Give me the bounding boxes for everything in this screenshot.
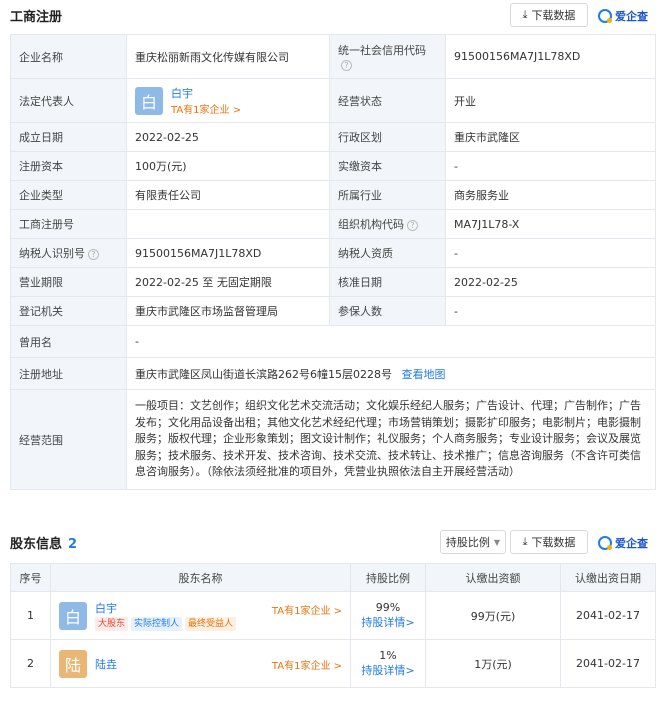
tag-major-shareholder: 大股东 bbox=[95, 617, 129, 631]
legal-rep-companies-link[interactable]: TA有1家企业 > bbox=[171, 105, 241, 116]
industry-value: 商务服务业 bbox=[445, 180, 656, 210]
help-icon[interactable]: ? bbox=[407, 219, 418, 231]
founded-label: 成立日期 bbox=[10, 122, 127, 152]
shareholder-name-link[interactable]: 陆垚 bbox=[95, 656, 117, 672]
org-code-value: MA7J1L78-X bbox=[445, 209, 656, 239]
help-icon[interactable]: ? bbox=[341, 59, 352, 71]
shareholder-companies-link[interactable]: TA有1家企业 > bbox=[272, 657, 342, 672]
capital-value: 100万(元) bbox=[126, 151, 330, 181]
paid-capital-value: - bbox=[445, 151, 656, 181]
amount-value: 1万(元) bbox=[425, 639, 561, 688]
scope-label: 经营范围 bbox=[10, 389, 127, 490]
amount-value: 99万(元) bbox=[425, 591, 561, 640]
credit-code-label-cell: 统一社会信用代码? bbox=[329, 34, 446, 79]
avatar[interactable]: 白 bbox=[59, 601, 87, 630]
shareholders-count: 2 bbox=[68, 536, 78, 552]
authority-label: 登记机关 bbox=[10, 296, 127, 326]
shareholders-header: 股东信息 2 持股比例 ▼ ⤓ 下载数据 爱企查 bbox=[0, 527, 665, 557]
date-value: 2041-02-17 bbox=[560, 591, 656, 640]
legal-rep-cell: 白 白宇 TA有1家企业 > bbox=[126, 78, 330, 123]
avatar[interactable]: 陆 bbox=[59, 649, 87, 678]
shareholder-cell: 陆 陆垚 TA有1家企业 > bbox=[50, 639, 351, 688]
legal-rep-label: 法定代表人 bbox=[10, 78, 127, 123]
view-map-link[interactable]: 查看地图 bbox=[401, 368, 445, 381]
org-code-label-cell: 组织机构代码? bbox=[329, 209, 446, 239]
header-amount: 认缴出资额 bbox=[425, 563, 561, 592]
shareholder-cell: 白 白宇 大股东 实际控制人 最终受益人 TA有1家企业 > bbox=[50, 591, 351, 640]
district-value: 重庆市武隆区 bbox=[445, 122, 656, 152]
holding-detail-link[interactable]: 持股详情> bbox=[361, 664, 414, 677]
address-cell: 重庆市武隆区凤山街道长滨路262号6幢15层0228号 查看地图 bbox=[126, 357, 656, 390]
ratio-sort-dropdown[interactable]: 持股比例 ▼ bbox=[440, 530, 506, 554]
founded-value: 2022-02-25 bbox=[126, 122, 330, 152]
registration-title: 工商注册 bbox=[10, 9, 63, 25]
term-value: 2022-02-25 至 无固定期限 bbox=[126, 267, 330, 297]
ratio-value: 1% bbox=[379, 649, 397, 662]
registration-table: 企业名称 重庆松丽新雨文化传媒有限公司 统一社会信用代码? 91500156MA… bbox=[10, 34, 656, 490]
download-button[interactable]: ⤓ 下载数据 bbox=[510, 3, 588, 27]
aiqicha-logo[interactable]: 爱企查 bbox=[598, 8, 648, 24]
taxpayer-qual-label: 纳税人资质 bbox=[329, 238, 446, 268]
date-value: 2041-02-17 bbox=[560, 639, 656, 688]
insured-value: - bbox=[445, 296, 656, 326]
ratio-cell: 99% 持股详情> bbox=[350, 591, 426, 640]
term-label: 营业期限 bbox=[10, 267, 127, 297]
taxpayer-id-value: 91500156MA7J1L78XD bbox=[126, 238, 330, 268]
approval-label: 核准日期 bbox=[329, 267, 446, 297]
former-name-value: - bbox=[126, 325, 656, 358]
tag-beneficiary: 最终受益人 bbox=[185, 617, 237, 631]
shareholders-table: 序号 股东名称 持股比例 认缴出资额 认缴出资日期 1 白 白宇 大股东 实际控制… bbox=[10, 563, 656, 688]
company-name-label: 企业名称 bbox=[10, 34, 127, 79]
ratio-cell: 1% 持股详情> bbox=[350, 639, 426, 688]
paid-capital-label: 实缴资本 bbox=[329, 151, 446, 181]
aiqicha-logo[interactable]: 爱企查 bbox=[598, 535, 648, 551]
status-label: 经营状态 bbox=[329, 78, 446, 123]
credit-code: 91500156MA7J1L78XD bbox=[445, 34, 656, 79]
district-label: 行政区划 bbox=[329, 122, 446, 152]
status-value: 开业 bbox=[445, 78, 656, 123]
header-ratio: 持股比例 bbox=[350, 563, 426, 592]
type-label: 企业类型 bbox=[10, 180, 127, 210]
scope-value: 一般项目：文艺创作；组织文化艺术交流活动；文化娱乐经纪人服务；广告设计、代理；广… bbox=[126, 389, 656, 490]
table-row: 2 陆 陆垚 TA有1家企业 > 1% 持股详情> 1万(元) 2041-02-… bbox=[10, 639, 656, 688]
former-name-label: 曾用名 bbox=[10, 325, 127, 358]
shareholder-name-link[interactable]: 白宇 bbox=[95, 602, 117, 615]
authority-value: 重庆市武隆区市场监督管理局 bbox=[126, 296, 330, 326]
taxpayer-qual-value: - bbox=[445, 238, 656, 268]
download-icon: ⤓ bbox=[522, 8, 528, 21]
shareholders-title-wrap: 股东信息 2 bbox=[10, 533, 77, 552]
header-date: 认缴出资日期 bbox=[560, 563, 656, 592]
caret-down-icon: ▼ bbox=[493, 537, 501, 547]
shareholders-title: 股东信息 bbox=[10, 536, 63, 552]
shareholders-download-button[interactable]: ⤓ 下载数据 bbox=[510, 530, 588, 554]
legal-rep-name-link[interactable]: 白宇 bbox=[171, 87, 193, 100]
approval-value: 2022-02-25 bbox=[445, 267, 656, 297]
row-index: 1 bbox=[10, 591, 51, 640]
industry-label: 所属行业 bbox=[329, 180, 446, 210]
header-name: 股东名称 bbox=[50, 563, 351, 592]
company-name: 重庆松丽新雨文化传媒有限公司 bbox=[126, 34, 330, 79]
ratio-value: 99% bbox=[375, 601, 401, 614]
holding-detail-link[interactable]: 持股详情> bbox=[361, 616, 414, 629]
reg-no-value bbox=[126, 209, 330, 239]
address-label: 注册地址 bbox=[10, 357, 127, 390]
download-icon: ⤓ bbox=[522, 535, 528, 548]
tag-actual-controller: 实际控制人 bbox=[131, 617, 183, 631]
capital-label: 注册资本 bbox=[10, 151, 127, 181]
address-value: 重庆市武隆区凤山街道长滨路262号6幢15层0228号 bbox=[135, 367, 392, 381]
row-index: 2 bbox=[10, 639, 51, 688]
reg-no-label: 工商注册号 bbox=[10, 209, 127, 239]
avatar[interactable]: 白 bbox=[135, 86, 163, 115]
shareholder-companies-link[interactable]: TA有1家企业 > bbox=[272, 602, 342, 617]
aiqicha-logo-icon bbox=[598, 536, 612, 550]
insured-label: 参保人数 bbox=[329, 296, 446, 326]
aiqicha-logo-icon bbox=[598, 9, 612, 23]
registration-header: 工商注册 ⤓ 下载数据 爱企查 bbox=[0, 0, 665, 30]
type-value: 有限责任公司 bbox=[126, 180, 330, 210]
taxpayer-id-label-cell: 纳税人识别号? bbox=[10, 238, 127, 268]
help-icon[interactable]: ? bbox=[88, 248, 99, 260]
header-index: 序号 bbox=[10, 563, 51, 592]
table-row: 1 白 白宇 大股东 实际控制人 最终受益人 TA有1家企业 > 99% 持股详情>… bbox=[10, 591, 656, 640]
